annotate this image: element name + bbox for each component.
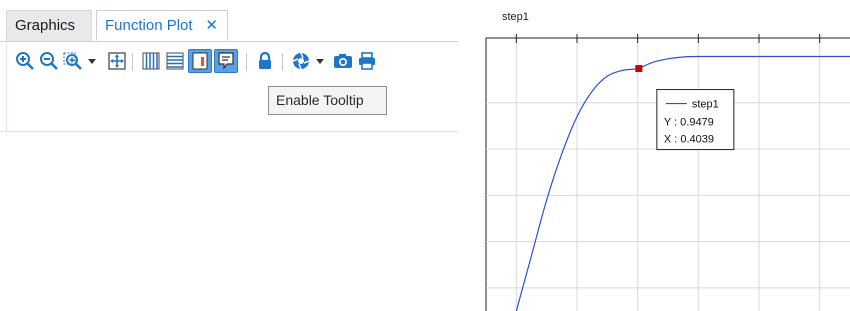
tab-strip: Graphics Function Plot ✕ bbox=[0, 0, 458, 42]
selected-point-marker bbox=[635, 65, 643, 73]
zoom-extents-icon[interactable] bbox=[106, 50, 128, 72]
toolbar-separator bbox=[246, 53, 247, 71]
function-plot[interactable]: step1 step1 Y : 0.9479 X : 0.4039 bbox=[458, 0, 850, 311]
legend-icon[interactable] bbox=[188, 49, 212, 73]
y-grid-icon[interactable] bbox=[164, 50, 186, 72]
tooltip-series-name: step1 bbox=[692, 99, 719, 111]
zoom-out-icon[interactable] bbox=[38, 50, 60, 72]
tab-graphics[interactable]: Graphics bbox=[6, 10, 92, 41]
print-icon[interactable] bbox=[356, 50, 378, 72]
grid-lines bbox=[485, 34, 850, 311]
plot-title: step1 bbox=[502, 11, 529, 23]
function-plot-window: Graphics Function Plot ✕ Enable Tooltip bbox=[0, 0, 458, 311]
color-dropdown-chevron-down-icon[interactable] bbox=[314, 50, 326, 72]
close-icon[interactable]: ✕ bbox=[205, 11, 218, 41]
x-grid-icon[interactable] bbox=[140, 50, 162, 72]
zoom-in-icon[interactable] bbox=[14, 50, 36, 72]
lock-icon[interactable] bbox=[254, 50, 276, 72]
zoom-dropdown-chevron-down-icon[interactable] bbox=[86, 50, 98, 72]
tooltip-icon[interactable] bbox=[214, 49, 238, 73]
tooltip-x-value: X : 0.4039 bbox=[664, 134, 714, 146]
camera-icon[interactable] bbox=[332, 50, 354, 72]
color-scheme-icon[interactable] bbox=[290, 50, 312, 72]
tab-function-plot[interactable]: Function Plot ✕ bbox=[96, 10, 228, 41]
tooltip-y-value: Y : 0.9479 bbox=[664, 117, 714, 129]
toolbar bbox=[0, 41, 458, 132]
zoom-box-icon[interactable] bbox=[62, 50, 84, 72]
toolbar-separator bbox=[282, 53, 283, 71]
enable-tooltip-tooltip: Enable Tooltip bbox=[268, 86, 387, 115]
tab-function-plot-label: Function Plot bbox=[105, 17, 193, 34]
toolbar-separator bbox=[132, 53, 133, 71]
tab-graphics-label: Graphics bbox=[15, 17, 76, 34]
data-tooltip: step1 Y : 0.9479 X : 0.4039 bbox=[656, 89, 735, 151]
